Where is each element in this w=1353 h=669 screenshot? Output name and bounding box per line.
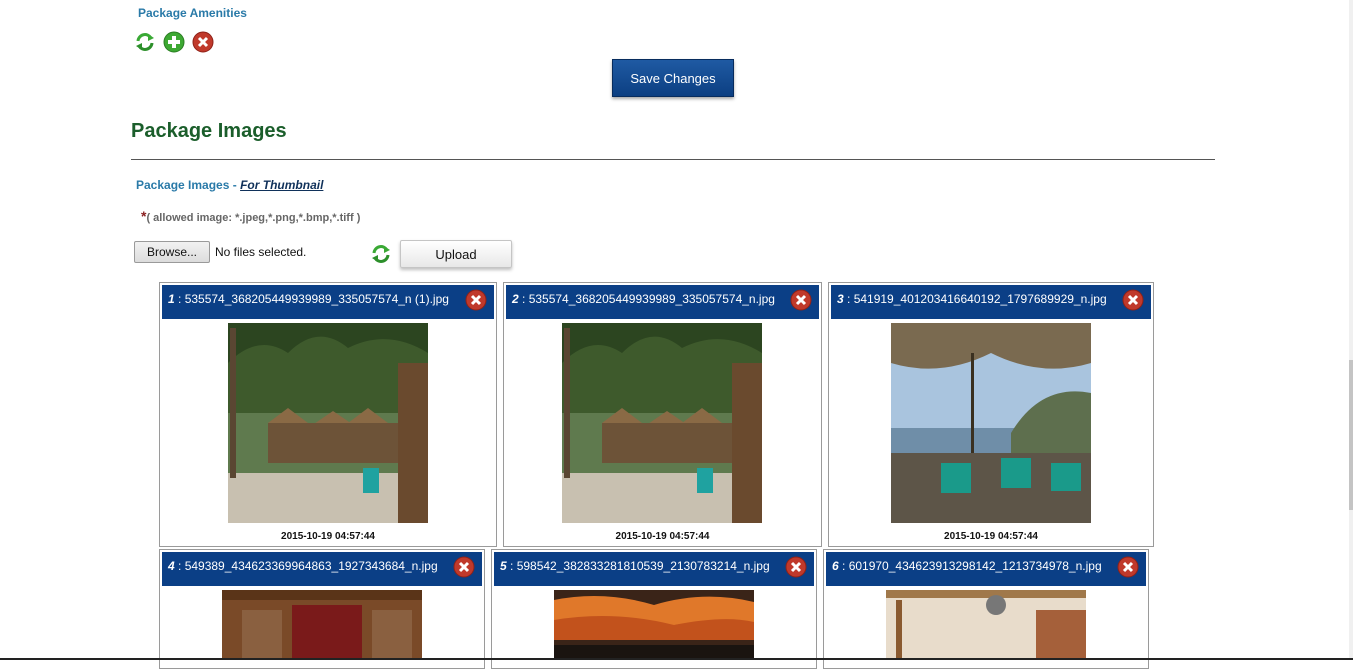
- image-card-header: 2 : 535574_368205449939989_335057574_n.j…: [506, 285, 819, 319]
- upload-button[interactable]: Upload: [400, 240, 512, 268]
- images-label: Package Images: [136, 178, 230, 192]
- image-card-header: 4 : 549389_434623369964863_1927343684_n.…: [162, 552, 482, 586]
- beach-photo: [891, 323, 1091, 523]
- image-card-header: 1 : 535574_368205449939989_335057574_n (…: [162, 285, 494, 319]
- image-number: 2: [512, 292, 519, 306]
- allowed-types-note: *( allowed image: *.jpeg,*.png,*.bmp,*.t…: [141, 208, 360, 224]
- save-changes-button[interactable]: Save Changes: [612, 59, 734, 97]
- image-number: 5: [500, 559, 507, 573]
- delete-image-icon[interactable]: [1122, 289, 1144, 311]
- file-status-text: No files selected.: [215, 245, 307, 259]
- resort-photo: [228, 323, 428, 523]
- resort-photo: [562, 323, 762, 523]
- image-date: 2015-10-19 04:57:44: [281, 531, 375, 542]
- refresh-upload-icon[interactable]: [370, 243, 392, 265]
- sunset-photo: [554, 590, 754, 660]
- refresh-icon[interactable]: [134, 31, 156, 53]
- image-filename: : 549389_434623369964863_1927343684_n.jp…: [174, 559, 438, 573]
- room-photo: [222, 590, 422, 660]
- browse-button[interactable]: Browse...: [134, 241, 210, 263]
- image-number: 4: [168, 559, 175, 573]
- image-filename: : 535574_368205449939989_335057574_n.jpg: [518, 292, 775, 306]
- image-card: 1 : 535574_368205449939989_335057574_n (…: [159, 282, 497, 547]
- label-separator: -: [229, 178, 241, 192]
- section-divider: [131, 159, 1215, 160]
- package-images-heading: Package Images: [131, 120, 287, 142]
- delete-image-icon[interactable]: [785, 556, 807, 578]
- image-card: 2 : 535574_368205449939989_335057574_n.j…: [503, 282, 822, 547]
- room-photo: [886, 590, 1086, 660]
- image-filename: : 541919_401203416640192_1797689929_n.jp…: [843, 292, 1107, 306]
- image-filename: : 535574_368205449939989_335057574_n (1)…: [174, 292, 449, 306]
- delete-image-icon[interactable]: [453, 556, 475, 578]
- delete-image-icon[interactable]: [465, 289, 487, 311]
- delete-image-icon[interactable]: [790, 289, 812, 311]
- image-filename: : 598542_382833281810539_2130783214_n.jp…: [506, 559, 770, 573]
- scrollbar-track[interactable]: [1349, 0, 1353, 660]
- image-number: 6: [832, 559, 839, 573]
- scrollbar-thumb[interactable]: [1349, 360, 1353, 510]
- image-filename: : 601970_434623913298142_1213734978_n.jp…: [838, 559, 1102, 573]
- image-card: 5 : 598542_382833281810539_2130783214_n.…: [491, 549, 817, 669]
- image-card-header: 3 : 541919_401203416640192_1797689929_n.…: [831, 285, 1151, 319]
- delete-icon[interactable]: [192, 31, 214, 53]
- add-icon[interactable]: [163, 31, 185, 53]
- image-date: 2015-10-19 04:57:44: [944, 531, 1038, 542]
- image-card-header: 6 : 601970_434623913298142_1213734978_n.…: [826, 552, 1146, 586]
- thumbnail-label: Package Images - For Thumbnail: [136, 178, 323, 192]
- image-card: 6 : 601970_434623913298142_1213734978_n.…: [823, 549, 1149, 669]
- image-number: 1: [168, 292, 175, 306]
- allowed-types-text: ( allowed image: *.jpeg,*.png,*.bmp,*.ti…: [146, 212, 361, 224]
- for-thumbnail-link[interactable]: For Thumbnail: [240, 178, 323, 192]
- delete-image-icon[interactable]: [1117, 556, 1139, 578]
- image-card-header: 5 : 598542_382833281810539_2130783214_n.…: [494, 552, 814, 586]
- amenities-title: Package Amenities: [138, 6, 247, 20]
- image-card: 4 : 549389_434623369964863_1927343684_n.…: [159, 549, 485, 669]
- image-number: 3: [837, 292, 844, 306]
- image-card: 3 : 541919_401203416640192_1797689929_n.…: [828, 282, 1154, 547]
- image-date: 2015-10-19 04:57:44: [615, 531, 710, 542]
